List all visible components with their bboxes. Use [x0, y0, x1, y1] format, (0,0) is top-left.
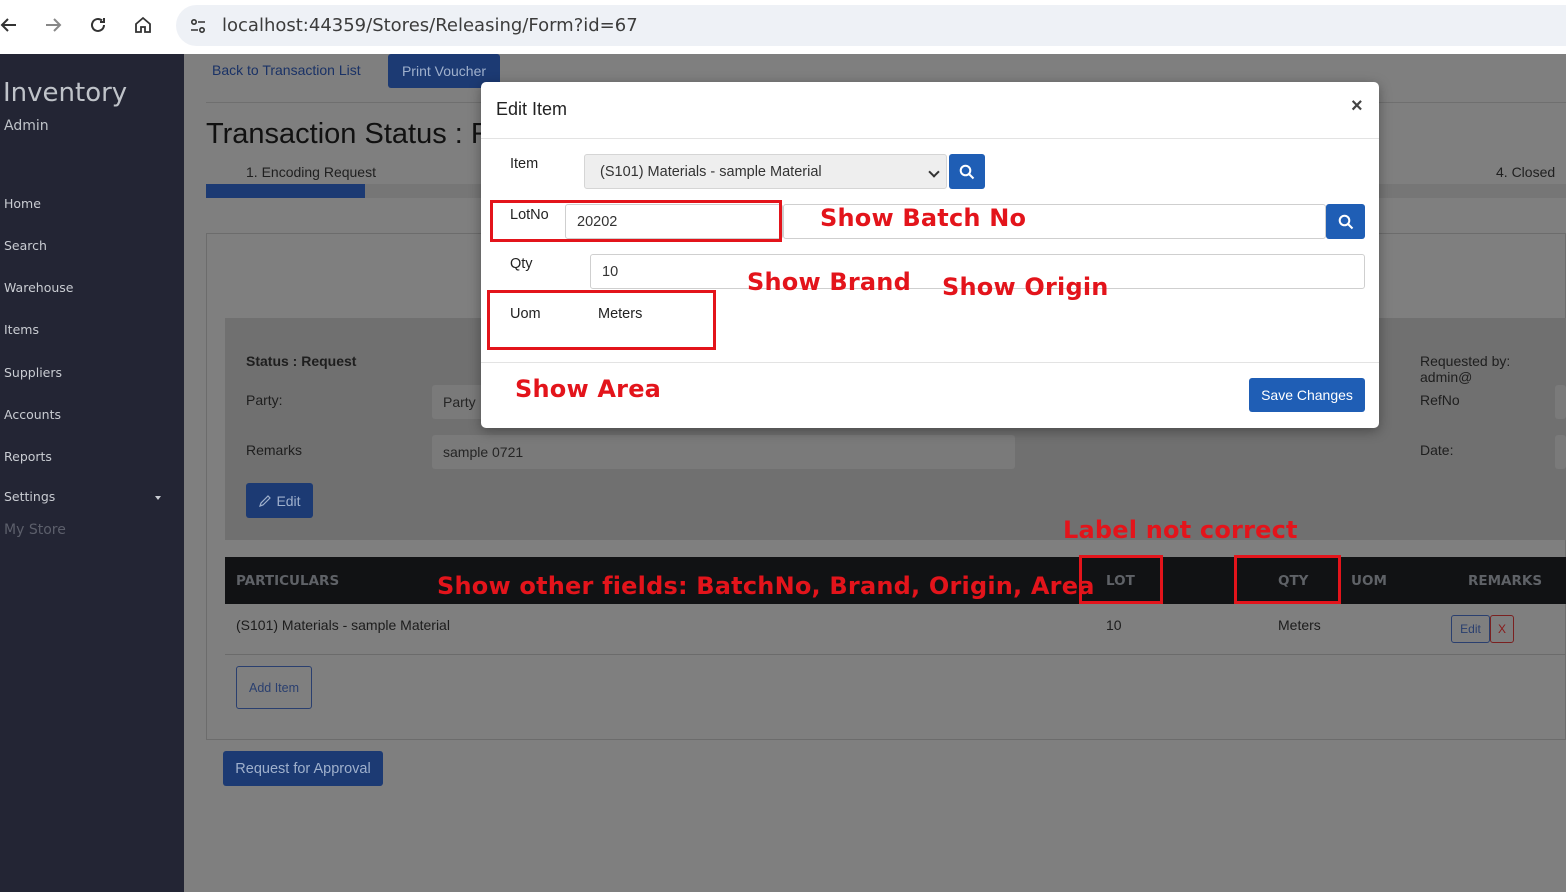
- row-lot: 10: [1106, 617, 1122, 633]
- modal-footer-divider: [481, 362, 1379, 363]
- sidebar-item-reports[interactable]: Reports: [4, 449, 52, 464]
- search-icon: [1338, 214, 1353, 229]
- requested-by: Requested by: admin@: [1420, 353, 1511, 385]
- row-divider: [225, 654, 1566, 655]
- col-remarks: REMARKS: [1468, 573, 1543, 589]
- row-delete-button[interactable]: X: [1490, 615, 1514, 643]
- annotation-label: Label not correct: [1063, 516, 1298, 544]
- modal-header-divider: [481, 138, 1379, 139]
- add-item-button[interactable]: Add Item: [236, 666, 312, 709]
- sidebar-item-items[interactable]: Items: [4, 322, 39, 337]
- sidebar-item-warehouse[interactable]: Warehouse: [4, 280, 73, 295]
- back-to-list-link[interactable]: Back to Transaction List: [212, 62, 361, 78]
- item-search-button[interactable]: [949, 154, 985, 189]
- row-edit-button[interactable]: Edit: [1451, 615, 1490, 643]
- date-field[interactable]: [1555, 435, 1566, 469]
- annotation-lotno-box: [490, 200, 782, 242]
- qty-label: Qty: [510, 256, 533, 272]
- item-select-value: (S101) Materials - sample Material: [600, 163, 822, 180]
- refno-field[interactable]: [1555, 385, 1566, 419]
- address-bar[interactable]: localhost:44359/Stores/Releasing/Form?id…: [176, 5, 1566, 46]
- lot-search-button[interactable]: [1326, 204, 1365, 239]
- modal-title: Edit Item: [496, 99, 568, 119]
- col-particulars: PARTICULARS: [236, 573, 340, 589]
- annotation-brand: Show Brand: [747, 268, 911, 296]
- pencil-icon: [259, 494, 272, 507]
- sidebar-item-settings[interactable]: Settings: [4, 489, 55, 504]
- page-title: Transaction Status : R: [206, 118, 492, 150]
- url-text: localhost:44359/Stores/Releasing/Form?id…: [222, 15, 638, 36]
- reload-icon[interactable]: [85, 12, 111, 38]
- annotation-area: Show Area: [515, 375, 662, 403]
- annotation-uom-box: [487, 290, 716, 350]
- sidebar: Inventory Admin Home Search Warehouse It…: [0, 54, 184, 892]
- item-label: Item: [510, 156, 539, 172]
- request-approval-button[interactable]: Request for Approval: [223, 751, 383, 786]
- date-label: Date:: [1420, 442, 1454, 458]
- app-name: Inventory: [3, 78, 128, 108]
- close-icon[interactable]: ×: [1351, 95, 1363, 118]
- refno-label: RefNo: [1420, 392, 1460, 408]
- annotation-qty-box: [1234, 555, 1341, 604]
- edit-header-button[interactable]: Edit: [246, 483, 313, 518]
- site-settings-icon[interactable]: [188, 16, 208, 36]
- sidebar-item-my-store[interactable]: My Store: [4, 522, 66, 538]
- save-changes-button[interactable]: Save Changes: [1249, 378, 1365, 412]
- progress-fill: [206, 184, 365, 198]
- sidebar-item-accounts[interactable]: Accounts: [4, 407, 61, 422]
- home-icon[interactable]: [130, 12, 156, 38]
- browser-toolbar: localhost:44359/Stores/Releasing/Form?id…: [0, 0, 1566, 54]
- remarks-field[interactable]: sample 0721: [432, 435, 1015, 469]
- remarks-label: Remarks: [246, 442, 303, 458]
- forward-arrow-icon[interactable]: [40, 12, 66, 38]
- step-closed: 4. Closed: [1496, 164, 1556, 180]
- status-label: Status : Request: [246, 353, 357, 369]
- annotation-batch: Show Batch No: [820, 204, 1027, 232]
- row-particulars: (S101) Materials - sample Material: [236, 617, 450, 633]
- sidebar-item-suppliers[interactable]: Suppliers: [4, 365, 62, 380]
- user-role: Admin: [4, 118, 49, 134]
- col-uom: UOM: [1351, 573, 1387, 589]
- search-icon: [959, 164, 975, 179]
- party-label: Party:: [246, 392, 283, 408]
- sidebar-item-search[interactable]: Search: [4, 238, 47, 253]
- back-arrow-icon[interactable]: [0, 12, 22, 38]
- row-qty: Meters: [1278, 617, 1321, 633]
- item-select[interactable]: (S101) Materials - sample Material: [584, 154, 947, 189]
- annotation-other-fields: Show other fields: BatchNo, Brand, Origi…: [437, 572, 1095, 600]
- chevron-down-icon: [928, 166, 940, 178]
- sidebar-item-home[interactable]: Home: [4, 196, 41, 211]
- annotation-origin: Show Origin: [942, 273, 1109, 301]
- step-encoding: 1. Encoding Request: [246, 164, 376, 180]
- edit-button-label: Edit: [276, 492, 301, 509]
- chevron-down-icon: [155, 496, 161, 500]
